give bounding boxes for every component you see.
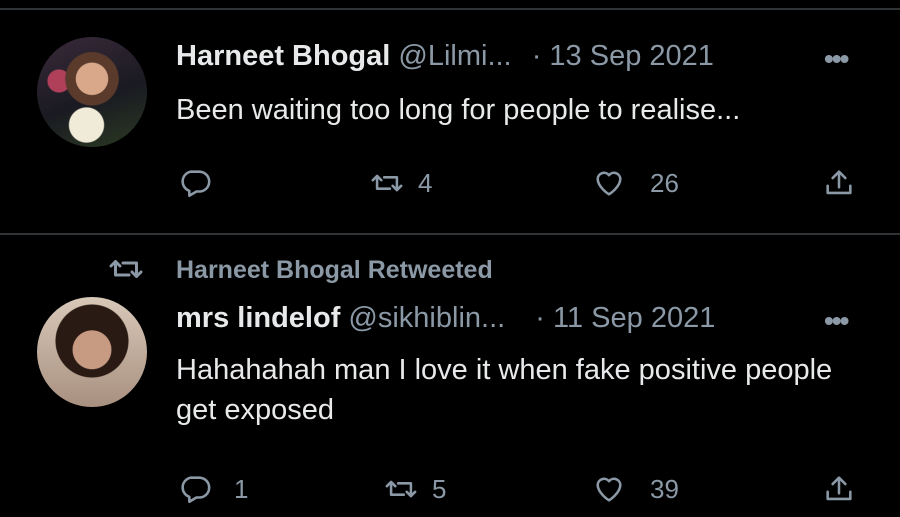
display-name[interactable]: mrs lindelof	[176, 302, 340, 334]
reply-button[interactable]: 1	[178, 472, 248, 506]
handle[interactable]: @sikhiblin...	[348, 302, 505, 334]
share-icon	[826, 476, 852, 501]
avatar[interactable]	[37, 297, 147, 407]
share-button[interactable]	[822, 166, 856, 200]
reply-count: 1	[234, 473, 249, 504]
top-divider	[0, 8, 900, 10]
reply-button[interactable]	[178, 166, 226, 200]
handle[interactable]: @Lilmi...	[398, 40, 511, 72]
share-button[interactable]	[822, 472, 856, 506]
like-icon	[596, 477, 622, 502]
retweet-indicator-icon	[109, 260, 143, 278]
more-icon[interactable]: •••	[824, 43, 849, 75]
tweet-header: mrs lindelof @sikhiblin... · 11 Sep 2021	[176, 302, 715, 335]
tweet-text: Been waiting too long for people to real…	[176, 94, 741, 126]
display-name[interactable]: Harneet Bhogal	[176, 40, 390, 72]
tweet-text: Hahahahah man I love it when fake positi…	[176, 354, 833, 426]
retweet-count: 4	[418, 167, 433, 198]
retweet-count: 5	[432, 473, 447, 504]
timestamp[interactable]: 13 Sep 2021	[549, 40, 713, 72]
like-button[interactable]: 39	[592, 472, 679, 506]
share-icon	[826, 170, 852, 195]
like-count: 39	[650, 473, 679, 504]
like-count: 26	[650, 167, 679, 198]
timestamp[interactable]: 11 Sep 2021	[553, 302, 715, 334]
retweeted-by-label[interactable]: Harneet Bhogal Retweeted	[176, 256, 493, 285]
tweet-header: Harneet Bhogal @Lilmi... · 13 Sep 2021	[176, 40, 714, 73]
tweet-divider	[0, 233, 900, 235]
reply-icon	[181, 170, 211, 198]
avatar[interactable]	[37, 37, 147, 147]
retweet-icon	[385, 480, 417, 498]
reply-icon	[181, 476, 211, 504]
retweet-button[interactable]: 4	[370, 166, 432, 200]
more-icon[interactable]: •••	[824, 305, 849, 337]
retweet-button[interactable]: 5	[384, 472, 446, 506]
separator: ·	[531, 40, 542, 72]
retweet-icon	[371, 174, 403, 192]
separator: ·	[535, 302, 545, 334]
like-button[interactable]: 26	[592, 166, 679, 200]
like-icon	[596, 171, 622, 196]
